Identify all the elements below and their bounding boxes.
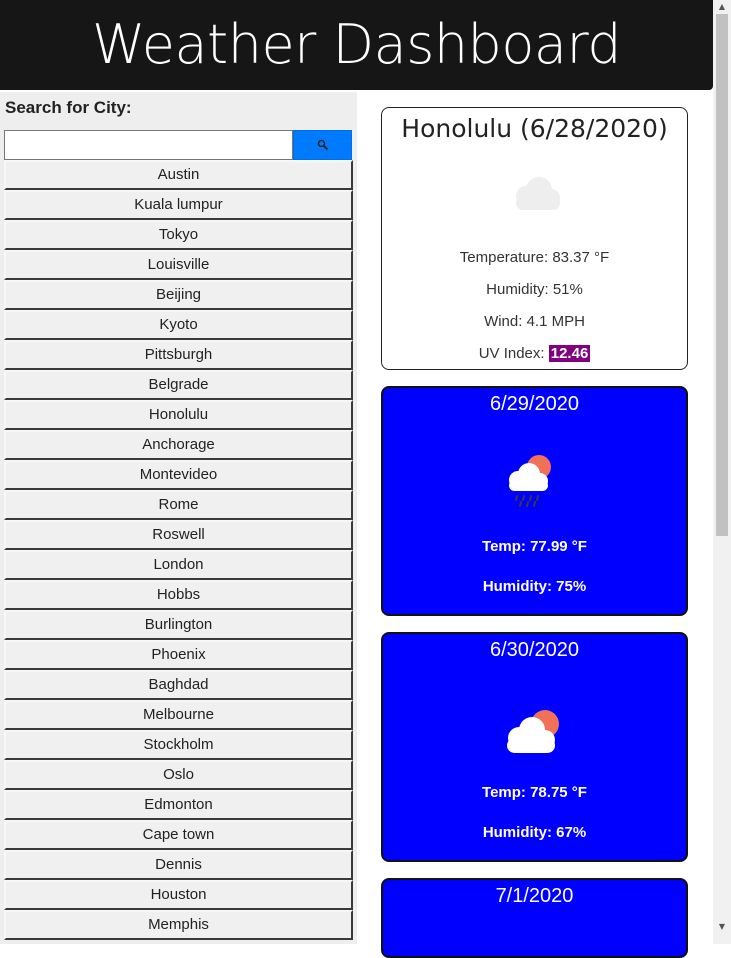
city-history-button[interactable]: Stockholm [4,730,353,760]
city-history-button[interactable]: Kyoto [4,310,353,340]
current-weather-card: Honolulu (6/28/2020) Temperature: 83.37 … [381,107,688,370]
forecast-humidity: Humidity: 75% [482,578,587,595]
scrollbar-thumb[interactable] [716,14,728,536]
page-title: Weather Dashboard [92,13,622,76]
city-history-button[interactable]: Tokyo [4,220,353,250]
current-city-title: Honolulu (6/28/2020) [401,114,668,143]
uv-label: UV Index: [478,345,549,362]
forecast-card: 7/1/2020 [381,878,688,958]
current-humidity: Humidity: 51% [486,281,583,298]
page-header: Weather Dashboard [0,0,713,90]
forecast-temp: Temp: 78.75 °F [482,784,587,801]
city-history-button[interactable]: Baghdad [4,670,353,700]
city-history-button[interactable]: Honolulu [4,400,353,430]
cloud-sun-icon [507,710,559,753]
vertical-scrollbar[interactable]: ▲ ▼ [713,0,731,944]
city-history-list: Austin Kuala lumpur Tokyo Louisville Beijing… [4,160,353,940]
forecast-humidity: Humidity: 67% [482,824,587,841]
city-history-button[interactable]: Dennis [4,850,353,880]
city-history-button[interactable]: Belgrade [4,370,353,400]
search-row [4,130,352,160]
forecast-date: 6/30/2020 [490,639,579,661]
city-history-button[interactable]: Houston [4,880,353,910]
city-history-button[interactable]: Roswell [4,520,353,550]
current-uv-row: UV Index: 12.46 [382,345,687,362]
city-history-button[interactable]: London [4,550,353,580]
city-history-button[interactable]: Phoenix [4,640,353,670]
city-history-button[interactable]: Edmonton [4,790,353,820]
forecast-card: 6/30/2020 Temp: 78.75 °F Humidity: 67% [381,632,688,862]
search-label: Search for City: [5,98,132,117]
city-history-button[interactable]: Louisville [4,250,353,280]
city-history-button[interactable]: Austin [4,160,353,190]
forecast-temp: Temp: 77.99 °F [482,538,587,555]
city-history-button[interactable]: Burlington [4,610,353,640]
city-history-button[interactable]: Anchorage [4,430,353,460]
city-history-button[interactable]: Kuala lumpur [4,190,353,220]
forecast-date: 7/1/2020 [495,885,574,907]
uv-index-badge: 12.46 [548,345,591,362]
sidebar: Search for City: Austin Kuala lumpur Tokyo… [0,92,357,944]
current-temperature: Temperature: 83.37 °F [459,249,610,266]
scroll-up-icon[interactable]: ▲ [713,0,731,14]
city-history-button[interactable]: Melbourne [4,700,353,730]
scroll-down-icon[interactable]: ▼ [713,920,731,934]
main-content: Honolulu (6/28/2020) Temperature: 83.37 … [357,92,713,958]
city-history-button[interactable]: Montevideo [4,460,353,490]
search-icon [317,139,328,151]
city-history-button[interactable]: Pittsburgh [4,340,353,370]
cloud-icon [516,177,560,210]
forecast-date: 6/29/2020 [490,393,579,415]
city-history-button[interactable]: Memphis [4,910,353,940]
city-search-input[interactable] [4,130,293,160]
city-history-button[interactable]: Beijing [4,280,353,310]
city-history-button[interactable]: Oslo [4,760,353,790]
city-history-button[interactable]: Cape town [4,820,353,850]
forecast-card: 6/29/2020 Temp: 77.99 °F Humidity: 75% [381,386,688,616]
rain-cloud-sun-icon [509,455,551,507]
search-button[interactable] [293,130,352,160]
current-wind: Wind: 4.1 MPH [484,313,585,330]
city-history-button[interactable]: Hobbs [4,580,353,610]
city-history-button[interactable]: Rome [4,490,353,520]
